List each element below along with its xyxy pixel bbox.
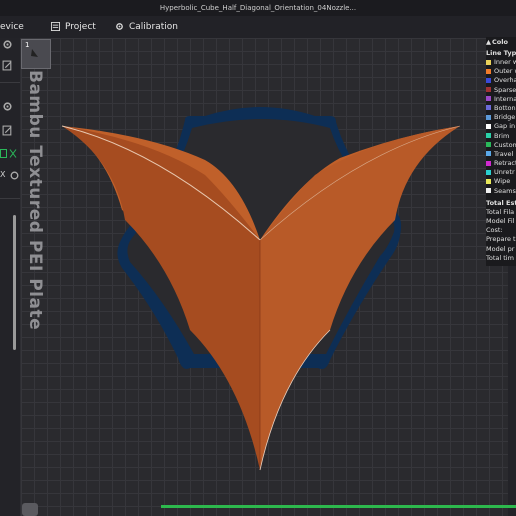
legend-item-label: Inner w [494,58,516,66]
legend-swatch [486,77,491,83]
legend-item-label: Bridge [494,113,516,122]
legend-swatch [486,123,491,129]
gear-icon[interactable] [2,101,13,112]
plate-thumb-icon [31,49,38,57]
summary-item: Total Fila [486,207,515,216]
legend-item-label: Overha [494,76,516,85]
legend-item-label: Seams [494,186,516,195]
3d-viewport[interactable] [21,38,508,516]
legend-swatch [486,169,491,175]
legend-item-label: Retract [494,159,516,168]
legend-item: Sparse [486,86,516,95]
legend-swatch [486,133,491,138]
legend-item: Outer w [486,67,516,76]
legend-item-label: Botton [494,103,516,112]
edit-icon[interactable] [2,60,13,71]
legend-item: Retract [486,159,516,168]
legend-item: Gap in [486,122,516,131]
progress-bar [161,505,516,508]
summary-item: Total tim [486,253,514,262]
panel-scrollbar[interactable] [13,215,16,350]
close-x[interactable]: X [0,170,5,179]
legend-item-label: Unretr [494,168,515,177]
close-x-label: X [0,170,6,179]
legend-swatch [486,114,491,120]
legend-item: Unretr [486,168,516,177]
calibration-icon [116,23,123,30]
legend-item: Inner w [486,58,516,67]
tab-calibration[interactable]: Calibration [115,16,178,38]
left-panel: X [0,38,21,516]
tab-project-label: Project [65,22,96,32]
legend-swatch [486,105,491,111]
tab-calibration-label: Calibration [129,22,178,32]
divider [0,82,20,83]
legend-item: Seams [486,187,516,196]
legend-item-label: Brim [494,131,510,140]
summary-item: Model pr [486,244,515,253]
legend-swatch [486,188,491,194]
summary-title: Total Est [486,198,516,207]
legend-swatch [486,96,491,102]
legend-item: Travel [486,150,516,159]
legend-item: Bridge [486,113,516,122]
legend-item-label: Custom [494,140,516,149]
legend-item-label: Sparse [494,85,516,94]
legend-item: Custom [486,141,516,150]
edit-icon[interactable] [2,125,13,136]
settings-icon[interactable] [9,170,20,181]
summary-item: Cost: [486,226,503,235]
grid-icon[interactable] [9,148,17,159]
legend-swatch [486,142,491,148]
tab-device[interactable]: evice [0,16,24,38]
legend-item: Brim [486,132,516,141]
bottom-toolbar-button[interactable] [22,503,38,516]
plate-label: Bambu Textured PEI Plate [25,70,45,331]
legend-swatch [486,151,491,157]
window-title: Hyperbolic_Cube_Half_Diagonal_Orientatio… [0,0,516,16]
legend-item: Botton [486,104,516,113]
legend-swatch [486,160,491,166]
list-icon[interactable] [0,148,8,159]
tab-device-label: evice [0,22,24,32]
legend-item: Interna [486,95,516,104]
model-view[interactable] [21,38,508,516]
legend-item-label: Wipe [494,177,511,186]
legend-item: Overha [486,76,516,85]
tab-project[interactable]: Project [51,16,96,38]
legend-item-label: Outer w [494,67,516,76]
summary-item: Model Fil [486,217,515,225]
legend-item: Wipe [486,177,516,186]
divider [0,198,20,199]
legend-title-label: Colo [492,38,508,46]
gear-icon[interactable] [2,39,13,50]
legend-swatch [486,59,491,65]
legend-swatch [486,68,491,74]
summary-item: Prepare t [486,235,516,244]
legend-section: Line Typ [486,49,516,57]
legend-item-label: Gap in [494,122,516,131]
legend-item-label: Travel [494,149,514,158]
tab-bar: evice Project Calibration [0,16,516,39]
plate-number: 1 [25,41,30,49]
legend-swatch [486,87,491,93]
plate-thumbnail[interactable]: 1 [21,39,51,69]
legend-swatch [486,178,491,184]
legend-item-label: Interna [494,94,516,103]
legend-title: ▲Colo [486,37,516,48]
project-icon [51,22,60,31]
legend-panel: ▲Colo Line Typ Inner wOuter wOverhaSpars… [486,37,516,266]
